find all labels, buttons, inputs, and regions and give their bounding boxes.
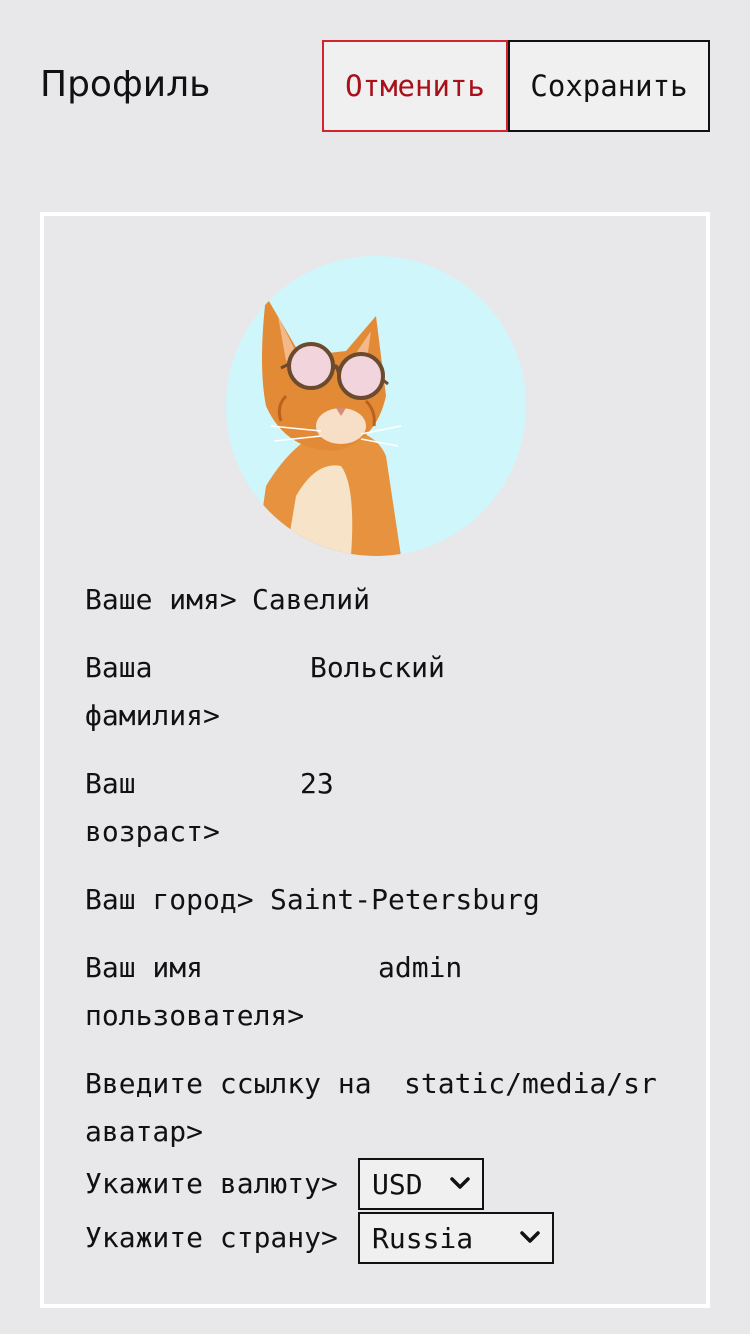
username-label-line2: пользователя> xyxy=(85,999,305,1032)
name-label: Ваше имя> xyxy=(85,583,237,616)
avatar-link-label-line1: Введите ссылку на xyxy=(85,1067,372,1100)
age-value[interactable]: 23 xyxy=(300,760,334,808)
currency-selected-value: USD xyxy=(372,1167,423,1201)
city-value[interactable]: Saint-Petersburg xyxy=(270,876,540,924)
cat-avatar-image xyxy=(226,256,526,556)
country-label: Укажите страну> xyxy=(85,1221,338,1254)
chevron-down-icon xyxy=(450,1177,470,1189)
chevron-down-icon xyxy=(520,1231,540,1243)
country-selected-value: Russia xyxy=(372,1221,474,1255)
page-title: Профиль xyxy=(40,64,211,105)
username-value[interactable]: admin xyxy=(378,944,462,992)
surname-label-line2: фамилия> xyxy=(85,699,220,732)
age-label-line2: возраст> xyxy=(85,815,220,848)
city-label: Ваш город> xyxy=(85,883,254,916)
avatar-link-value[interactable]: static/media/sr xyxy=(404,1060,666,1108)
avatar xyxy=(226,256,526,556)
country-select[interactable]: Russia xyxy=(358,1212,554,1264)
save-button[interactable]: Сохранить xyxy=(508,40,710,132)
surname-value[interactable]: Вольский xyxy=(310,644,445,692)
username-label-line1: Ваш имя xyxy=(85,951,204,984)
age-label-line1: Ваш xyxy=(85,767,136,800)
name-value[interactable]: Савелий xyxy=(252,576,370,624)
surname-label-line1: Ваша xyxy=(85,651,153,684)
currency-select[interactable]: USD xyxy=(358,1158,484,1210)
cancel-button[interactable]: Отменить xyxy=(322,40,508,132)
currency-label: Укажите валюту> xyxy=(85,1167,338,1200)
avatar-link-label-line2: аватар> xyxy=(85,1115,204,1148)
